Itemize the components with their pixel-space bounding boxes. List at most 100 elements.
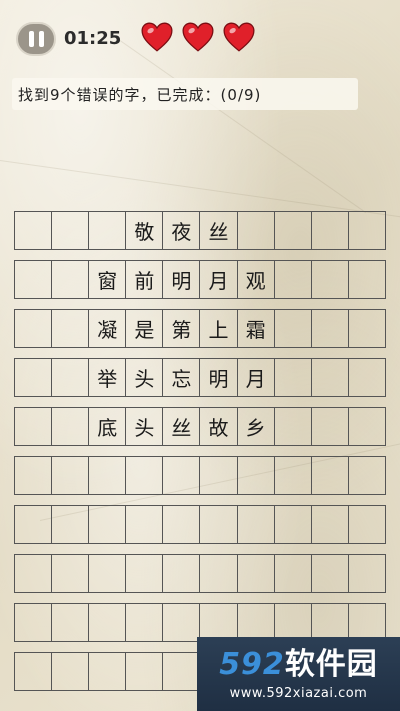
grid-cell[interactable]	[349, 555, 386, 592]
grid-cell[interactable]	[349, 310, 386, 347]
pause-button[interactable]	[16, 22, 56, 56]
grid-cell[interactable]	[312, 457, 349, 494]
grid-cell[interactable]: 月	[238, 359, 275, 396]
grid-cell[interactable]	[52, 653, 90, 690]
grid-cell[interactable]: 夜	[163, 212, 201, 249]
grid-cell[interactable]	[312, 310, 349, 347]
grid-cell[interactable]	[312, 555, 349, 592]
grid-cell[interactable]	[275, 261, 312, 298]
grid-cell[interactable]	[15, 212, 53, 249]
grid-cell[interactable]	[312, 261, 349, 298]
grid-cell[interactable]	[52, 408, 90, 445]
grid-cell[interactable]	[312, 359, 349, 396]
grid-cell[interactable]	[15, 457, 53, 494]
grid-cell[interactable]	[89, 604, 127, 641]
grid-cell[interactable]	[200, 506, 238, 543]
grid-cell[interactable]	[15, 408, 53, 445]
grid-cell[interactable]	[163, 653, 201, 690]
grid-cell[interactable]: 举	[89, 359, 127, 396]
grid-cell[interactable]: 窗	[89, 261, 127, 298]
grid-cell[interactable]	[275, 408, 312, 445]
heart-icon	[223, 22, 255, 52]
grid-row: 举头忘明月	[14, 358, 386, 397]
grid-cell[interactable]: 丝	[163, 408, 201, 445]
grid-cell[interactable]	[275, 604, 312, 641]
grid-cell[interactable]	[89, 555, 127, 592]
grid-cell[interactable]: 霜	[238, 310, 275, 347]
grid-cell[interactable]	[312, 506, 349, 543]
grid-cell[interactable]: 是	[126, 310, 164, 347]
grid-cell[interactable]	[275, 212, 312, 249]
grid-cell[interactable]	[275, 457, 312, 494]
grid-cell[interactable]	[163, 555, 201, 592]
grid-cell[interactable]	[52, 457, 90, 494]
grid-cell[interactable]	[349, 212, 386, 249]
grid-cell[interactable]	[312, 408, 349, 445]
grid-cell[interactable]: 头	[126, 359, 164, 396]
grid-cell[interactable]	[275, 359, 312, 396]
grid-cell[interactable]	[238, 506, 275, 543]
grid-cell[interactable]	[349, 261, 386, 298]
grid-cell[interactable]	[200, 604, 238, 641]
grid-cell[interactable]: 前	[126, 261, 164, 298]
grid-cell[interactable]	[312, 604, 349, 641]
grid-cell[interactable]	[200, 555, 238, 592]
grid-cell[interactable]	[89, 212, 127, 249]
grid-cell[interactable]	[89, 653, 127, 690]
grid-cell[interactable]	[15, 555, 53, 592]
grid-cell[interactable]	[89, 457, 127, 494]
grid-cell[interactable]	[52, 310, 90, 347]
grid-cell[interactable]	[275, 555, 312, 592]
grid-cell[interactable]	[163, 457, 201, 494]
grid-cell[interactable]	[52, 359, 90, 396]
grid-cell[interactable]: 丝	[200, 212, 238, 249]
grid-cell[interactable]	[52, 506, 90, 543]
grid-cell[interactable]: 第	[163, 310, 201, 347]
grid-cell[interactable]	[275, 506, 312, 543]
grid-cell[interactable]: 敬	[126, 212, 164, 249]
grid-cell[interactable]	[349, 359, 386, 396]
grid-cell[interactable]	[15, 506, 53, 543]
grid-cell[interactable]: 乡	[238, 408, 275, 445]
grid-cell[interactable]	[126, 506, 164, 543]
grid-cell[interactable]: 明	[200, 359, 238, 396]
grid-cell[interactable]	[163, 506, 201, 543]
grid-cell[interactable]: 月	[200, 261, 238, 298]
grid-cell[interactable]	[349, 506, 386, 543]
grid-cell[interactable]	[126, 555, 164, 592]
grid-cell[interactable]	[163, 604, 201, 641]
grid-cell[interactable]: 凝	[89, 310, 127, 347]
grid-cell[interactable]	[15, 261, 53, 298]
grid-cell[interactable]	[126, 653, 164, 690]
grid-cell[interactable]	[349, 408, 386, 445]
grid-cell[interactable]: 头	[126, 408, 164, 445]
grid-cell[interactable]	[52, 604, 90, 641]
grid-cell[interactable]	[200, 457, 238, 494]
grid-cell[interactable]	[89, 506, 127, 543]
grid-row: 敬夜丝	[14, 211, 386, 250]
grid-cell[interactable]: 底	[89, 408, 127, 445]
grid-cell[interactable]	[238, 604, 275, 641]
grid-cell[interactable]	[15, 359, 53, 396]
grid-cell[interactable]	[126, 604, 164, 641]
grid-cell[interactable]: 明	[163, 261, 201, 298]
grid-cell[interactable]	[349, 604, 386, 641]
grid-cell[interactable]	[15, 310, 53, 347]
grid-cell[interactable]	[15, 653, 53, 690]
grid-cell[interactable]	[238, 555, 275, 592]
grid-cell[interactable]: 忘	[163, 359, 201, 396]
heart-icon	[141, 22, 173, 52]
grid-cell[interactable]	[126, 457, 164, 494]
grid-cell[interactable]: 故	[200, 408, 238, 445]
grid-cell[interactable]: 上	[200, 310, 238, 347]
grid-cell[interactable]	[238, 457, 275, 494]
grid-cell[interactable]	[312, 212, 349, 249]
grid-cell[interactable]: 观	[238, 261, 275, 298]
grid-cell[interactable]	[275, 310, 312, 347]
grid-cell[interactable]	[15, 604, 53, 641]
grid-cell[interactable]	[52, 555, 90, 592]
grid-cell[interactable]	[349, 457, 386, 494]
grid-cell[interactable]	[52, 212, 90, 249]
grid-cell[interactable]	[52, 261, 90, 298]
grid-cell[interactable]	[238, 212, 275, 249]
